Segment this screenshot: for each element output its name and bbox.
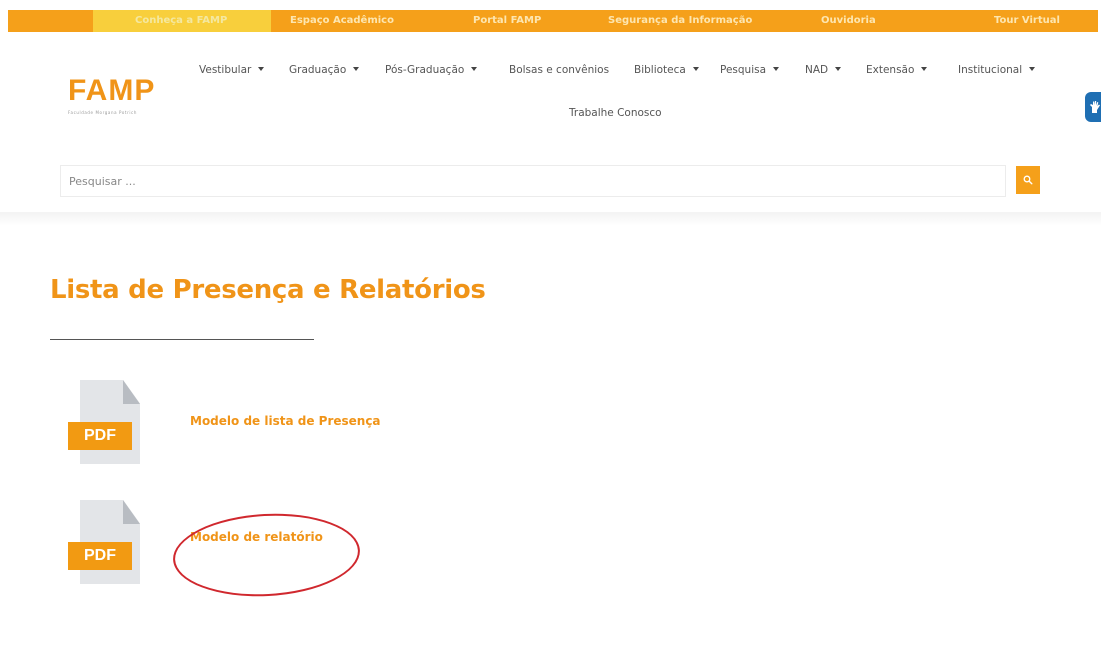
topbar-link-portal[interactable]: Portal FAMP <box>473 10 541 32</box>
nav-item-label: Graduação <box>289 64 347 76</box>
nav-item-nad[interactable]: NAD <box>805 64 842 76</box>
caret-down-icon <box>1029 67 1036 71</box>
pdf-badge: PDF <box>68 542 132 570</box>
title-underline <box>50 339 314 340</box>
nav-item-institucional[interactable]: Institucional <box>958 64 1036 76</box>
pdf-badge: PDF <box>68 422 132 450</box>
page-title: Lista de Presença e Relatórios <box>50 275 486 305</box>
caret-down-icon <box>835 67 842 71</box>
caret-down-icon <box>921 67 928 71</box>
search-box <box>60 165 1006 197</box>
search-input[interactable] <box>61 166 1005 196</box>
search-button[interactable] <box>1016 166 1040 194</box>
caret-down-icon <box>353 67 360 71</box>
nav-item-label: Extensão <box>866 64 915 76</box>
nav-item-trabalhe-conosco[interactable]: Trabalhe Conosco <box>569 107 662 119</box>
accessibility-hand-icon <box>1090 101 1100 113</box>
nav-item-graduacao[interactable]: Graduação <box>289 64 360 76</box>
red-circle-annotation <box>170 509 363 601</box>
top-bar: Conheça a FAMP Espaço Acadêmico Portal F… <box>8 10 1098 32</box>
document-link-lista-presenca[interactable]: Modelo de lista de Presença <box>190 414 381 428</box>
nav-item-label: NAD <box>805 64 829 76</box>
page-fold-icon <box>123 500 140 524</box>
topbar-link-espaco-academico[interactable]: Espaço Acadêmico <box>290 10 394 32</box>
nav-item-label: Pesquisa <box>720 64 767 76</box>
pdf-file-icon[interactable]: PDF <box>68 380 148 466</box>
caret-down-icon <box>692 67 699 71</box>
nav-item-label: Bolsas e convênios <box>509 64 610 76</box>
topbar-link-ouvidoria[interactable]: Ouvidoria <box>821 10 876 32</box>
topbar-link-seguranca[interactable]: Segurança da Informação <box>608 10 752 32</box>
nav-item-label: Pós-Graduação <box>385 64 465 76</box>
topbar-link-conheca[interactable]: Conheça a FAMP <box>135 10 227 32</box>
caret-down-icon <box>471 67 478 71</box>
nav-item-label: Institucional <box>958 64 1023 76</box>
topbar-link-tour-virtual[interactable]: Tour Virtual <box>994 10 1060 32</box>
nav-item-label: Vestibular <box>199 64 252 76</box>
nav-item-vestibular[interactable]: Vestibular <box>199 64 265 76</box>
nav-item-label: Biblioteca <box>634 64 686 76</box>
accessibility-button[interactable] <box>1085 92 1101 122</box>
logo-wordmark: FAMP <box>68 74 156 107</box>
nav-item-bolsas[interactable]: Bolsas e convênios <box>509 64 609 76</box>
nav-item-pesquisa[interactable]: Pesquisa <box>720 64 780 76</box>
caret-down-icon <box>773 67 780 71</box>
header-divider <box>0 212 1101 226</box>
logo-tagline: Faculdade Morgana Potrich <box>68 110 137 115</box>
nav-item-extensao[interactable]: Extensão <box>866 64 928 76</box>
pdf-file-icon[interactable]: PDF <box>68 500 148 586</box>
nav-item-pos-graduacao[interactable]: Pós-Graduação <box>385 64 478 76</box>
nav-item-biblioteca[interactable]: Biblioteca <box>634 64 699 76</box>
caret-down-icon <box>258 67 265 71</box>
famp-logo[interactable]: FAMP Faculdade Morgana Potrich <box>68 74 178 124</box>
search-icon <box>1023 175 1033 185</box>
